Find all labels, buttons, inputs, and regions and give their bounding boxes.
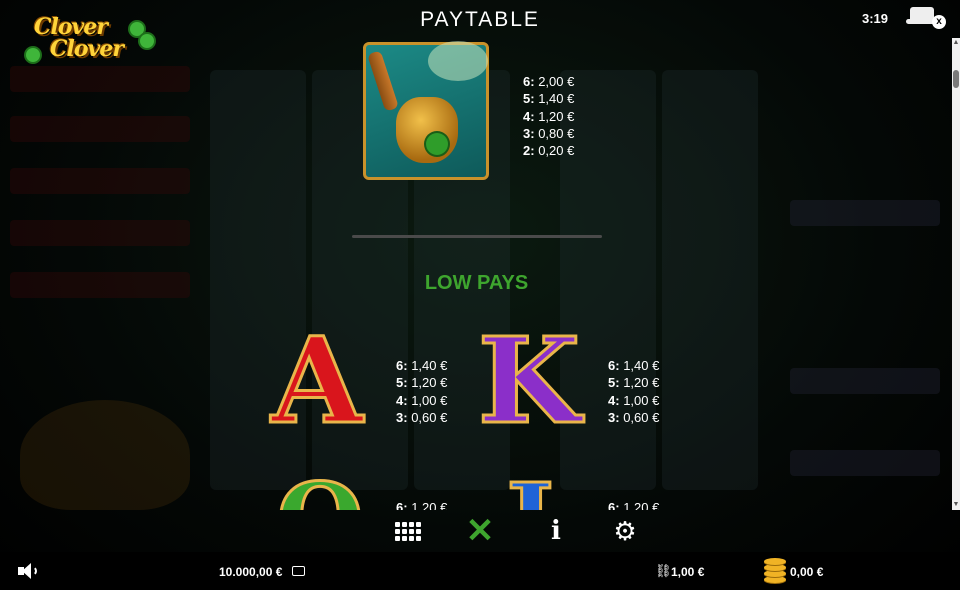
smoke-icon xyxy=(428,41,488,81)
pay-row: 6: 1,20 € xyxy=(396,500,448,510)
pay-row: 4: 1,20 € xyxy=(523,108,575,124)
sound-toggle[interactable] xyxy=(16,562,38,580)
info-button[interactable]: i xyxy=(538,514,574,548)
q-pays: 6: 1,20 € xyxy=(396,499,447,510)
pay-row: 6: 1,40 € xyxy=(396,358,448,373)
provider-logo: x xyxy=(906,5,946,33)
wallet-icon xyxy=(292,566,305,576)
scrollbar[interactable]: ▲ ▼ xyxy=(952,38,960,510)
win-value: 0,00 € xyxy=(790,565,824,579)
pay-row: 6: 1,20 € xyxy=(608,500,660,510)
pay-row: 5: 1,20 € xyxy=(396,375,448,391)
close-game-button[interactable]: x xyxy=(932,15,946,29)
status-bar: 10.000,00 € 1,00 € ⛓ 0,00 € xyxy=(0,552,960,590)
paytable-content[interactable]: 6: 2,00 € 5: 1,40 € 4: 1,20 € 3: 0,80 € … xyxy=(0,38,952,510)
pipe-pays: 6: 2,00 € 5: 1,40 € 4: 1,20 € 3: 0,80 € … xyxy=(523,73,574,159)
page-title: PAYTABLE xyxy=(420,8,540,31)
clover-icon xyxy=(426,133,448,155)
bet-value[interactable]: 1,00 € xyxy=(671,565,704,579)
low-pays-heading: LOW PAYS xyxy=(424,272,529,294)
info-icon: i xyxy=(551,516,561,546)
pay-row: 5: 1,20 € xyxy=(608,375,660,391)
pay-row: 5: 1,40 € xyxy=(523,91,575,107)
pay-row: 6: 1,40 € xyxy=(608,358,660,373)
balance-value: 10.000,00 € xyxy=(219,565,283,579)
clock: 3:19 xyxy=(862,11,889,26)
pay-row: 3: 0,60 € xyxy=(608,409,660,425)
symbol-j: J xyxy=(500,469,560,511)
bet-chips-icon: ⛓ xyxy=(655,563,672,578)
bottom-toolbar: ✕ i ⚙ xyxy=(0,510,960,552)
close-paytable-button[interactable]: ✕ xyxy=(462,514,498,548)
pay-row: 6: 2,00 € xyxy=(523,74,575,89)
scrollbar-thumb[interactable] xyxy=(953,70,959,88)
a-pays: 6: 1,40 € 5: 1,20 € 4: 1,00 € 3: 0,60 € xyxy=(396,357,447,426)
pay-row: 3: 0,60 € xyxy=(396,409,448,425)
pipe-symbol xyxy=(363,41,489,180)
j-pays: 6: 1,20 € xyxy=(608,499,659,510)
symbol-a: A xyxy=(270,311,365,450)
pipe-bowl xyxy=(396,97,458,163)
pay-row: 4: 1,00 € xyxy=(608,392,660,408)
grid-menu-icon xyxy=(395,521,421,541)
scroll-up-arrow-icon[interactable]: ▲ xyxy=(952,38,960,48)
close-icon: ✕ xyxy=(465,512,495,550)
scroll-down-arrow-icon[interactable]: ▼ xyxy=(952,500,960,510)
section-divider xyxy=(352,235,602,238)
menu-button[interactable] xyxy=(390,514,426,548)
coins-icon xyxy=(764,558,786,584)
settings-button[interactable]: ⚙ xyxy=(607,514,643,548)
gear-icon: ⚙ xyxy=(613,515,637,546)
pay-row: 4: 1,00 € xyxy=(396,392,448,408)
pay-row: 3: 0,80 € xyxy=(523,125,575,141)
pipe-stem xyxy=(367,50,399,112)
k-pays: 6: 1,40 € 5: 1,20 € 4: 1,00 € 3: 0,60 € xyxy=(608,357,659,426)
symbol-k: K xyxy=(476,311,582,450)
symbol-q: Q xyxy=(270,469,370,511)
pay-row: 2: 0,20 € xyxy=(523,143,575,159)
